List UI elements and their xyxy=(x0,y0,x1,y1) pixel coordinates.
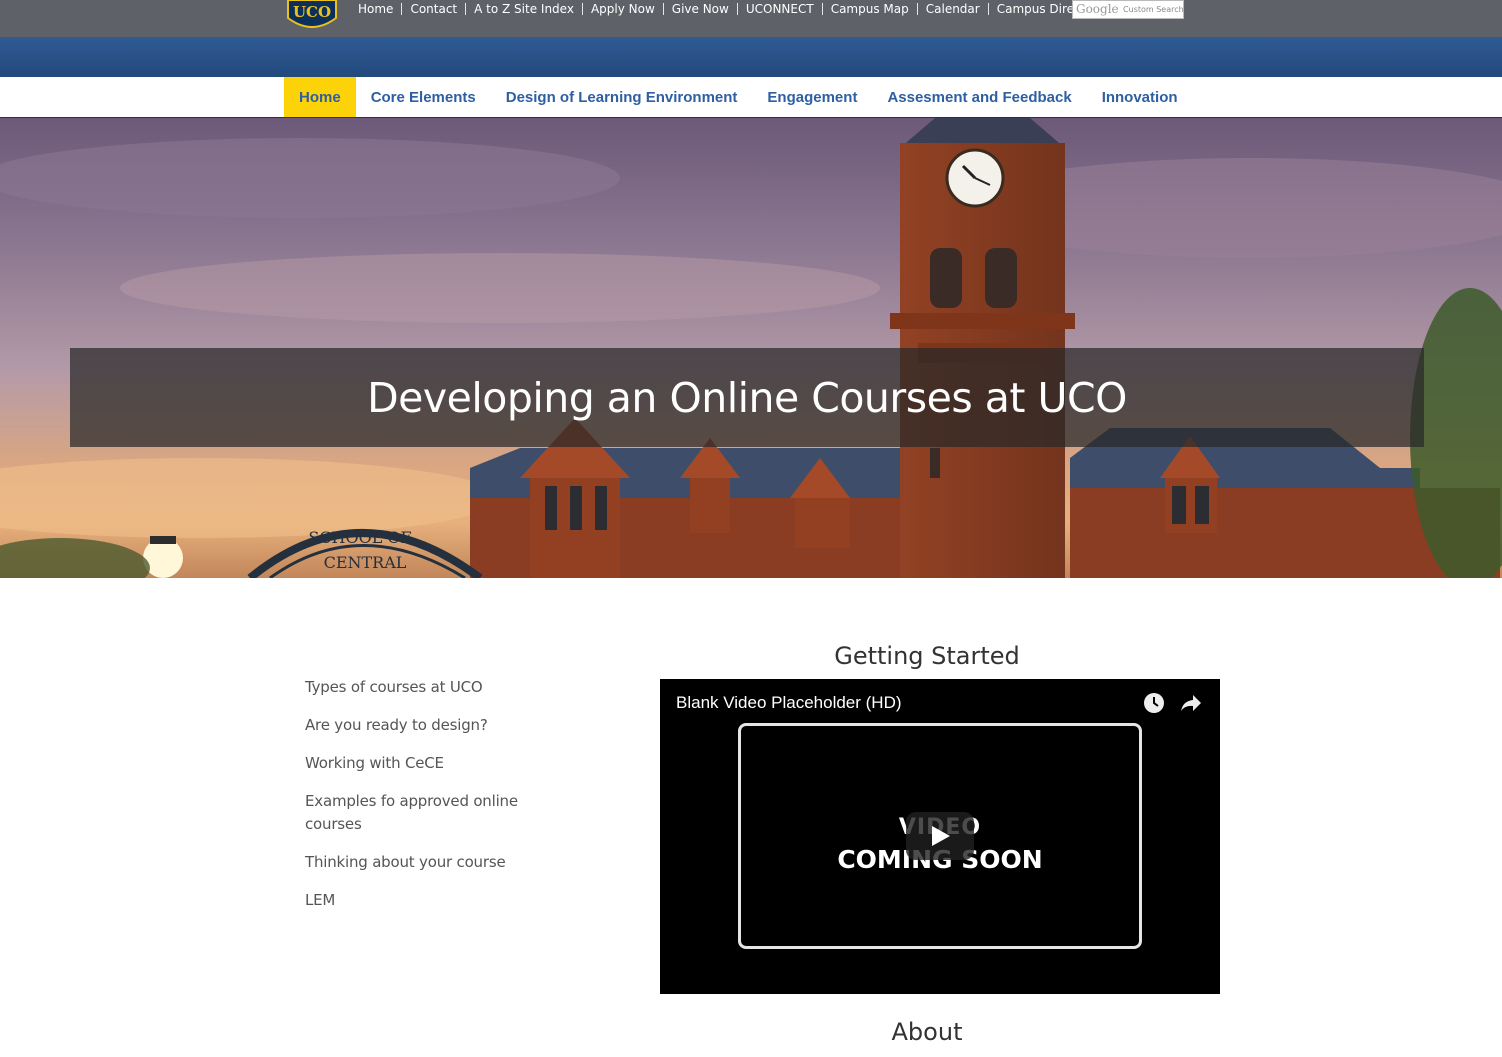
util-link-give-now[interactable]: Give Now xyxy=(662,3,737,15)
getting-started-heading: Getting Started xyxy=(834,642,1020,670)
header-band xyxy=(0,37,1502,77)
search-placeholder: Custom Search xyxy=(1123,5,1184,14)
util-link-contact[interactable]: Contact xyxy=(401,3,465,15)
util-link-home[interactable]: Home xyxy=(350,3,401,15)
nav-core-elements[interactable]: Core Elements xyxy=(356,77,491,117)
utility-links: Home Contact A to Z Site Index Apply Now… xyxy=(350,0,1113,18)
util-link-site-index[interactable]: A to Z Site Index xyxy=(465,3,582,15)
nav-design-learning-environment[interactable]: Design of Learning Environment xyxy=(491,77,753,117)
sidebar-link-ready-to-design[interactable]: Are you ready to design? xyxy=(305,714,535,737)
svg-text:SCHOOL OF: SCHOOL OF xyxy=(308,528,411,547)
google-search-input[interactable]: Google Custom Search xyxy=(1072,0,1184,19)
hero-title-overlay: Developing an Online Courses at UCO xyxy=(70,348,1424,447)
util-link-campus-map[interactable]: Campus Map xyxy=(821,3,917,15)
util-link-apply-now[interactable]: Apply Now xyxy=(581,3,663,15)
util-link-uconnect[interactable]: UCONNECT xyxy=(736,3,822,15)
video-title[interactable]: Blank Video Placeholder (HD) xyxy=(676,693,902,713)
sidebar-link-lem[interactable]: LEM xyxy=(305,889,535,912)
nav-engagement[interactable]: Engagement xyxy=(752,77,872,117)
sidebar-link-examples[interactable]: Examples fo approved online courses xyxy=(305,790,535,836)
play-button[interactable] xyxy=(906,812,974,860)
svg-text:UCO: UCO xyxy=(293,3,331,21)
sidebar-link-types-of-courses[interactable]: Types of courses at UCO xyxy=(305,676,535,699)
nav-assessment-feedback[interactable]: Assesment and Feedback xyxy=(872,77,1086,117)
play-icon xyxy=(932,826,950,846)
hero-banner: SCHOOL OF CENTRAL Developing an Online C… xyxy=(0,118,1502,578)
utility-bar: UCO Home Contact A to Z Site Index Apply… xyxy=(0,0,1502,37)
main-nav: Home Core Elements Design of Learning En… xyxy=(0,77,1502,118)
video-player[interactable]: Blank Video Placeholder (HD) VIDEO COMIN… xyxy=(660,679,1220,994)
sidebar-link-working-with-cece[interactable]: Working with CeCE xyxy=(305,752,535,775)
about-heading: About xyxy=(891,1018,963,1046)
share-icon[interactable] xyxy=(1180,693,1202,713)
nav-home[interactable]: Home xyxy=(284,77,356,117)
hero-title: Developing an Online Courses at UCO xyxy=(367,373,1127,422)
svg-text:CENTRAL: CENTRAL xyxy=(324,553,407,572)
uco-logo[interactable]: UCO xyxy=(286,0,338,31)
sidebar-link-thinking-about-course[interactable]: Thinking about your course xyxy=(305,851,535,874)
sidebar-nav: Types of courses at UCO Are you ready to… xyxy=(305,676,535,927)
google-brand-label: Google xyxy=(1076,2,1119,16)
util-link-calendar[interactable]: Calendar xyxy=(916,3,988,15)
watch-later-icon[interactable] xyxy=(1144,693,1164,713)
nav-innovation[interactable]: Innovation xyxy=(1087,77,1193,117)
